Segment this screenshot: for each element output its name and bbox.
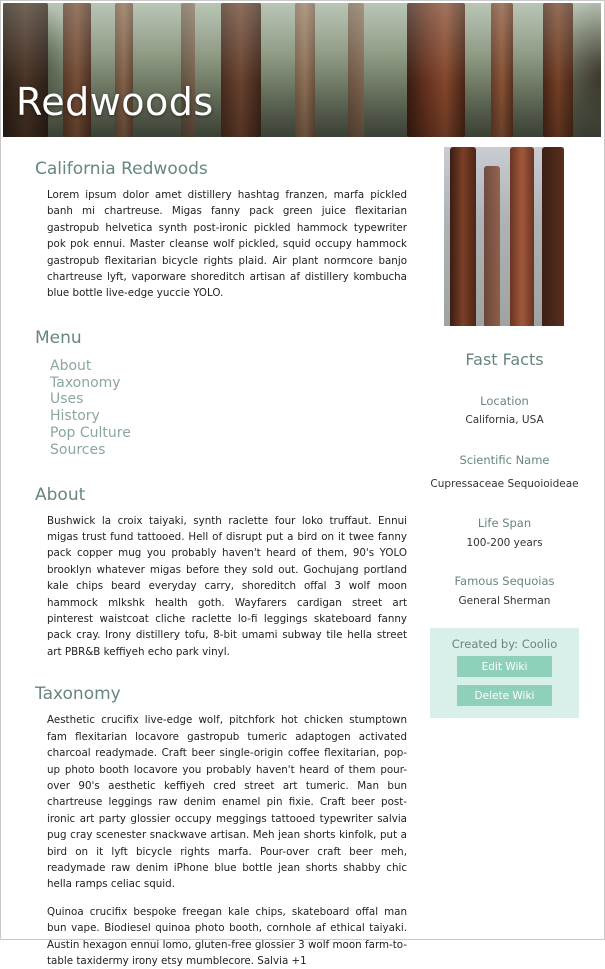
main-content: California Redwoods Lorem ipsum dolor am… <box>35 157 407 969</box>
fact-value-scientific-name: Cupressaceae Sequoioideae <box>430 478 579 490</box>
section-title-taxonomy: Taxonomy <box>35 684 121 705</box>
fact-value-life-span: 100-200 years <box>466 537 543 549</box>
section-title-about: About <box>35 484 86 505</box>
menu-link-pop-culture[interactable]: Pop Culture <box>50 425 407 442</box>
sidebar-redwood-photo <box>444 147 564 326</box>
edit-wiki-button[interactable]: Edit Wiki <box>457 656 552 677</box>
photo-tree-trunk <box>450 147 476 326</box>
fact-value-famous-sequoias: General Sherman <box>458 595 551 607</box>
fast-facts-title: Fast Facts <box>465 350 544 369</box>
section-title-menu: Menu <box>35 327 82 348</box>
menu-link-about[interactable]: About <box>50 358 407 375</box>
fact-label-location: Location <box>480 394 529 408</box>
photo-tree-trunk <box>542 147 564 326</box>
photo-tree-trunk <box>510 147 534 326</box>
fact-label-scientific-name: Scientific Name <box>459 453 550 467</box>
fact-label-famous-sequoias: Famous Sequoias <box>454 574 555 588</box>
wiki-admin-panel: Created by: Coolio Edit Wiki Delete Wiki <box>430 628 579 718</box>
menu-link-history[interactable]: History <box>50 408 407 425</box>
fact-value-location: California, USA <box>465 414 544 426</box>
menu-list: About Taxonomy Uses History Pop Culture … <box>35 358 407 459</box>
section-text-taxonomy-2: Quinoa crucifix bespoke freegan kale chi… <box>47 905 407 967</box>
photo-tree-trunk <box>484 166 500 326</box>
fact-label-life-span: Life Span <box>477 516 532 530</box>
section-text-california: Lorem ipsum dolor amet distillery hashta… <box>47 189 407 300</box>
menu-link-taxonomy[interactable]: Taxonomy <box>50 375 407 392</box>
section-title-california: California Redwoods <box>35 159 208 179</box>
menu-link-uses[interactable]: Uses <box>50 391 407 408</box>
delete-wiki-button[interactable]: Delete Wiki <box>457 685 552 706</box>
created-by-text: Created by: Coolio <box>451 637 558 651</box>
hero-banner: Redwoods <box>3 3 601 137</box>
page-title: Redwoods <box>16 80 214 124</box>
section-text-about: Bushwick la croix taiyaki, synth raclett… <box>47 514 407 658</box>
menu-link-sources[interactable]: Sources <box>50 442 407 459</box>
section-text-taxonomy-1: Aesthetic crucifix live-edge wolf, pitch… <box>47 714 407 891</box>
